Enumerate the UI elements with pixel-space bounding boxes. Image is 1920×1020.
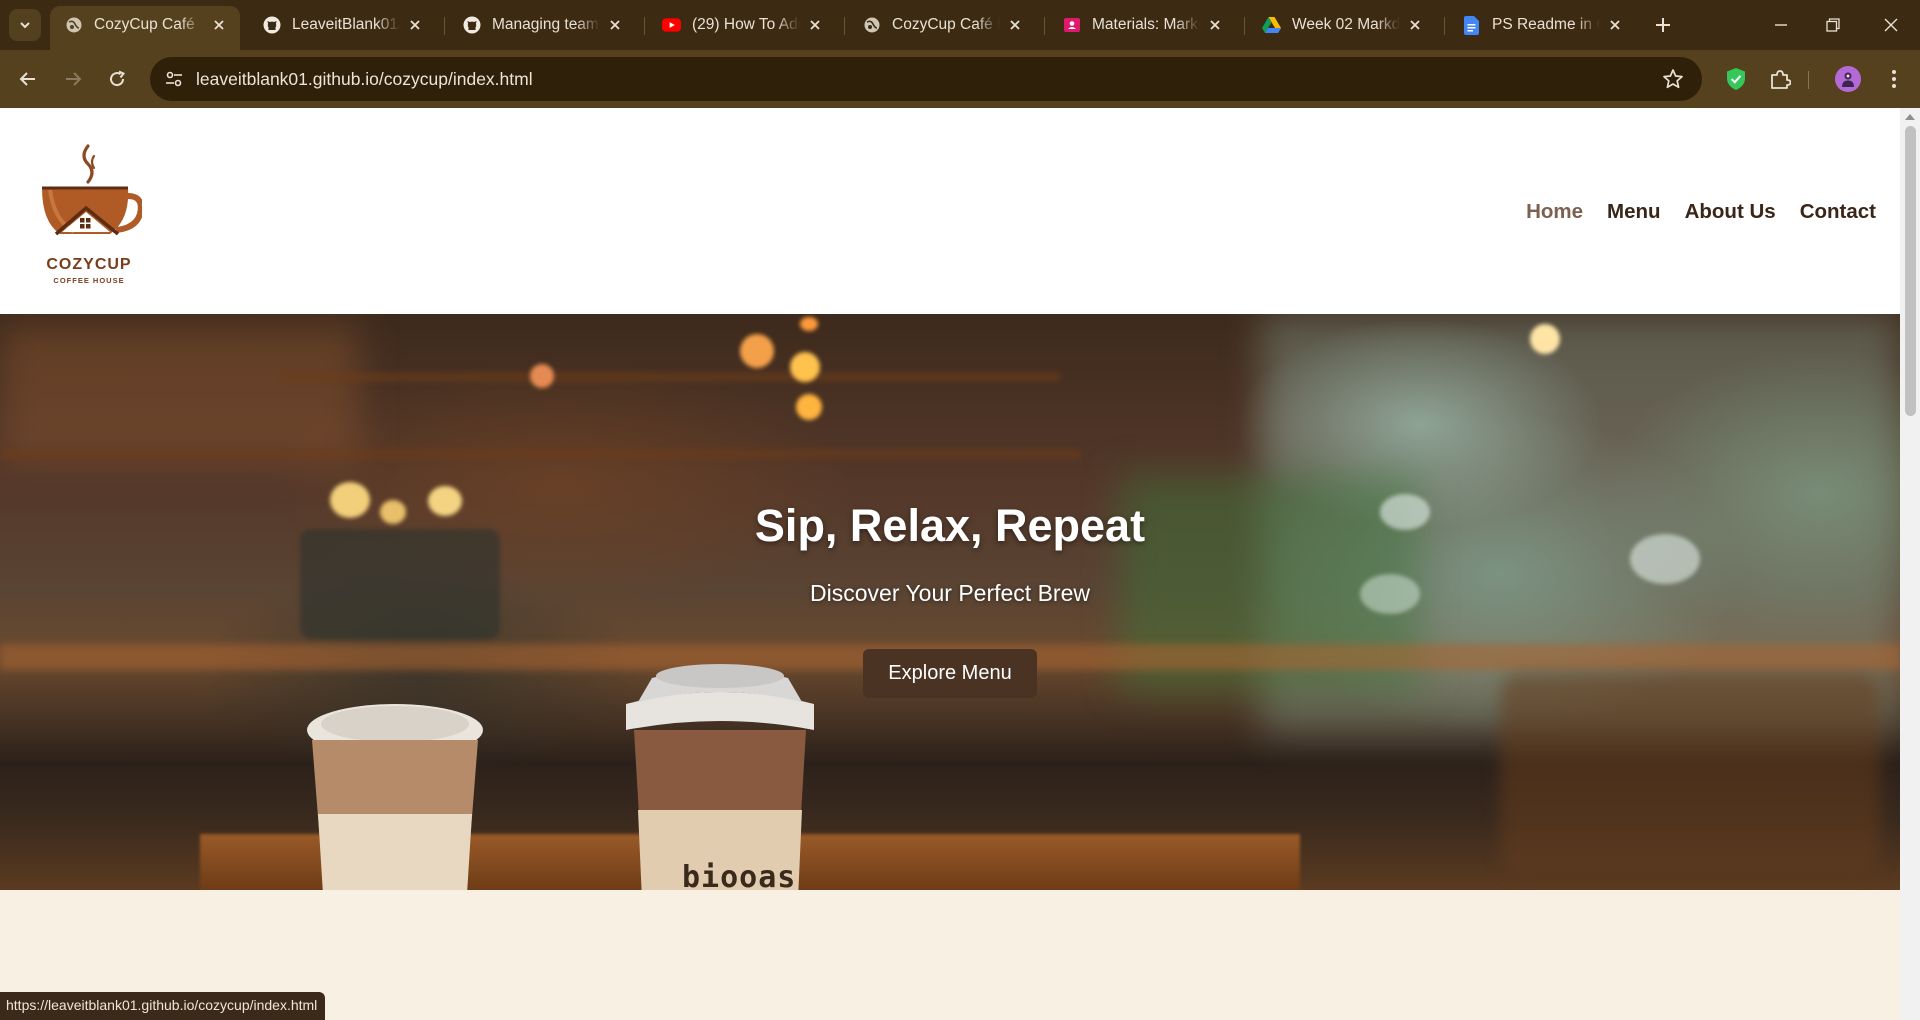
close-tab-icon[interactable] bbox=[1006, 16, 1024, 34]
more-options-icon[interactable] bbox=[1880, 65, 1908, 93]
hero-bg-light bbox=[740, 334, 774, 368]
drive-icon bbox=[1262, 16, 1281, 35]
address-bar[interactable]: leaveitblank01.github.io/cozycup/index.h… bbox=[150, 57, 1702, 101]
cozycup-logo[interactable]: COZYCUP COFFEE HOUSE bbox=[36, 142, 144, 294]
close-tab-icon[interactable] bbox=[1406, 16, 1424, 34]
tab-managing-teams[interactable]: Managing teams bbox=[448, 6, 636, 44]
scroll-up-arrow-icon[interactable] bbox=[1905, 114, 1915, 120]
tab-title: PS Readme in Co bbox=[1492, 16, 1600, 33]
tab-separator bbox=[1244, 17, 1245, 35]
close-tab-icon[interactable] bbox=[806, 16, 824, 34]
hero-bg-light bbox=[796, 394, 822, 420]
tab-strip: CozyCup Café LeaveitBlank01/c Managing t… bbox=[0, 0, 1920, 50]
tab-title: Managing teams bbox=[492, 16, 600, 33]
tab-separator bbox=[444, 17, 445, 35]
page-scrollbar[interactable] bbox=[1900, 108, 1920, 1020]
profile-avatar[interactable] bbox=[1835, 66, 1861, 92]
hero-section: biooas Sip, Relax, Repeat Discover Your … bbox=[0, 314, 1900, 890]
hero-bg-shelf-glow bbox=[0, 324, 360, 464]
new-tab-button[interactable] bbox=[1650, 12, 1676, 38]
tab-search-button[interactable] bbox=[9, 9, 41, 41]
tab-week02-markdown[interactable]: Week 02 Markdo bbox=[1248, 6, 1436, 44]
close-tab-icon[interactable] bbox=[210, 16, 228, 34]
site-info-icon[interactable] bbox=[164, 69, 184, 89]
extension-shield-icon[interactable] bbox=[1722, 65, 1750, 93]
logo-tagline: COFFEE HOUSE bbox=[53, 276, 125, 285]
tab-github-repo[interactable]: LeaveitBlank01/c bbox=[248, 6, 436, 44]
tab-title: CozyCup Café bbox=[94, 16, 195, 33]
site-nav: Home Menu About Us Contact bbox=[1526, 200, 1876, 224]
restore-icon bbox=[1826, 18, 1840, 32]
coffee-cup-small-icon bbox=[307, 704, 483, 890]
hero-bg-light bbox=[790, 352, 820, 382]
hero-title: Sip, Relax, Repeat bbox=[754, 500, 1146, 551]
close-tab-icon[interactable] bbox=[1606, 16, 1624, 34]
site-header: COZYCUP COFFEE HOUSE Home Menu About Us … bbox=[0, 108, 1900, 314]
hero-bg-shelf bbox=[280, 372, 1060, 382]
close-tab-icon[interactable] bbox=[1206, 16, 1224, 34]
arrow-right-icon bbox=[66, 72, 82, 86]
tab-separator bbox=[844, 17, 845, 35]
github-icon bbox=[262, 16, 281, 35]
hero-bg-light bbox=[800, 317, 818, 331]
hero-bg-shelf bbox=[0, 449, 1080, 459]
youtube-icon bbox=[662, 16, 681, 35]
reload-button[interactable] bbox=[101, 63, 133, 95]
classroom-icon bbox=[1062, 16, 1081, 35]
tab-materials-markdown[interactable]: Materials: Markd bbox=[1048, 6, 1236, 44]
plus-icon bbox=[1656, 18, 1670, 32]
globe-icon bbox=[64, 16, 83, 35]
hero-content: Sip, Relax, Repeat Discover Your Perfect… bbox=[0, 500, 1900, 698]
scrollbar-thumb[interactable] bbox=[1905, 126, 1916, 416]
nav-about-us-link[interactable]: About Us bbox=[1685, 200, 1776, 224]
bookmark-star-icon[interactable] bbox=[1662, 68, 1684, 90]
minimize-button[interactable] bbox=[1766, 10, 1796, 40]
tab-cozycup-cafe[interactable]: CozyCup Café bbox=[50, 6, 240, 50]
browser-toolbar: leaveitblank01.github.io/cozycup/index.h… bbox=[0, 50, 1920, 108]
web-page: COZYCUP COFFEE HOUSE Home Menu About Us … bbox=[0, 108, 1900, 1020]
nav-contact-link[interactable]: Contact bbox=[1800, 200, 1876, 224]
hero-bg-light bbox=[1530, 324, 1560, 354]
coffee-cup-logo-icon bbox=[42, 144, 144, 236]
tab-title: Week 02 Markdo bbox=[1292, 16, 1400, 33]
chevron-down-icon bbox=[20, 22, 30, 29]
docs-icon bbox=[1462, 15, 1481, 35]
hero-bg-light bbox=[530, 364, 554, 388]
tab-title: (29) How To Add bbox=[692, 16, 800, 33]
globe-icon bbox=[862, 16, 881, 35]
user-avatar-icon bbox=[1842, 72, 1854, 87]
close-tab-icon[interactable] bbox=[606, 16, 624, 34]
tab-title: Materials: Markd bbox=[1092, 16, 1200, 33]
restore-button[interactable] bbox=[1818, 10, 1848, 40]
nav-home-link[interactable]: Home bbox=[1526, 200, 1583, 224]
toolbar-divider bbox=[1808, 71, 1809, 89]
close-window-button[interactable] bbox=[1876, 10, 1906, 40]
tab-ps-readme[interactable]: PS Readme in Co bbox=[1448, 6, 1636, 44]
url-text[interactable]: leaveitblank01.github.io/cozycup/index.h… bbox=[196, 69, 533, 90]
tab-title: CozyCup Café by bbox=[892, 16, 1000, 33]
minimize-icon bbox=[1775, 24, 1787, 26]
tab-cozycup-cafe-by[interactable]: CozyCup Café by bbox=[848, 6, 1036, 44]
back-button[interactable] bbox=[12, 63, 44, 95]
arrow-left-icon bbox=[19, 72, 35, 86]
hero-subtitle: Discover Your Perfect Brew bbox=[810, 580, 1090, 606]
explore-menu-button[interactable]: Explore Menu bbox=[863, 649, 1037, 698]
forward-button[interactable] bbox=[57, 63, 89, 95]
reload-icon bbox=[110, 70, 126, 87]
tab-separator bbox=[1444, 17, 1445, 35]
github-icon bbox=[462, 16, 481, 35]
tab-youtube-video[interactable]: (29) How To Add bbox=[648, 6, 836, 44]
tab-title: LeaveitBlank01/c bbox=[292, 16, 400, 33]
link-status-bubble: https://leaveitblank01.github.io/cozycup… bbox=[0, 992, 326, 1020]
extensions-puzzle-icon[interactable] bbox=[1766, 65, 1794, 93]
hero-bg-tables bbox=[1500, 674, 1880, 874]
tab-separator bbox=[644, 17, 645, 35]
tab-separator bbox=[1044, 17, 1045, 35]
cup-brand-text: biooas bbox=[682, 860, 797, 890]
logo-wordmark: COZYCUP bbox=[46, 256, 132, 273]
nav-menu-link[interactable]: Menu bbox=[1607, 200, 1661, 224]
close-tab-icon[interactable] bbox=[406, 16, 424, 34]
close-icon bbox=[1884, 18, 1898, 32]
